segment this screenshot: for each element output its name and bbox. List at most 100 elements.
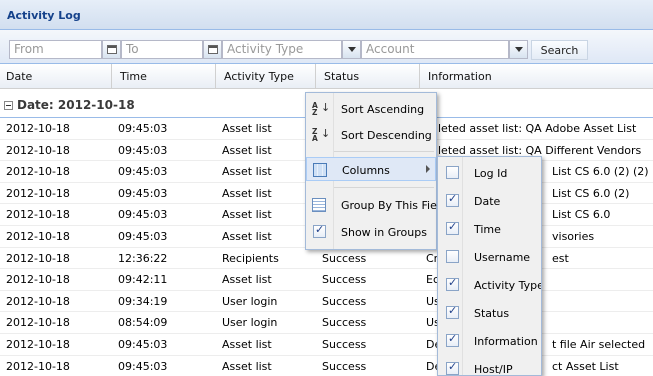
column-checkbox[interactable] bbox=[446, 360, 459, 375]
table-row[interactable]: 2012-10-18 08:54:09 User login Success U… bbox=[0, 312, 653, 334]
column-checkbox[interactable] bbox=[446, 166, 459, 179]
cell-information: List CS 6.0 (2) bbox=[552, 186, 630, 200]
cell-date: 2012-10-18 bbox=[6, 229, 70, 243]
column-checkbox[interactable] bbox=[446, 332, 459, 347]
cell-information: List CS 6.0 bbox=[552, 208, 611, 222]
cell-date: 2012-10-18 bbox=[6, 143, 70, 157]
cell-time: 09:45:03 bbox=[118, 208, 168, 222]
column-toggle-status[interactable]: Status bbox=[438, 300, 541, 326]
activity-type-dropdown-button[interactable] bbox=[342, 40, 361, 59]
table-row[interactable]: 2012-10-18 12:36:22 Recipients Success C… bbox=[0, 248, 653, 270]
group-by-label: Group By This Field bbox=[341, 199, 447, 212]
to-date-input[interactable]: To bbox=[121, 40, 203, 59]
column-checkbox[interactable] bbox=[446, 276, 459, 291]
cell-date: 2012-10-18 bbox=[6, 251, 70, 265]
cell-information-tail: t file Air selected bbox=[552, 337, 646, 351]
from-date-input[interactable]: From bbox=[9, 40, 102, 59]
cell-time: 12:36:22 bbox=[118, 251, 168, 265]
column-header-activity-type[interactable]: Activity Type bbox=[215, 64, 315, 89]
sort-ascending-icon: AZ ↓ bbox=[312, 101, 331, 117]
cell-activity-type: Recipients bbox=[222, 251, 279, 265]
column-toggle-label: Username bbox=[474, 251, 531, 264]
table-row[interactable]: 2012-10-18 09:45:03 Asset list Success D… bbox=[0, 356, 653, 376]
column-toggle-log-id[interactable]: Log Id bbox=[438, 160, 541, 186]
cell-date: 2012-10-18 bbox=[6, 122, 70, 135]
columns-submenu: Log Id Date Time Username Activity Type … bbox=[437, 156, 542, 376]
column-menu: AZ ↓ Sort Ascending ZA ↓ Sort Descending C… bbox=[305, 92, 447, 250]
cell-activity-type: Asset list bbox=[222, 122, 272, 135]
column-toggle-activity-type[interactable]: Activity Type bbox=[438, 272, 541, 298]
show-in-groups-checkbox[interactable] bbox=[313, 223, 326, 238]
sort-descending-item[interactable]: ZA ↓ Sort Descending bbox=[306, 123, 436, 147]
sort-descending-label: Sort Descending bbox=[341, 129, 432, 142]
cell-time: 08:54:09 bbox=[118, 316, 168, 330]
account-combo[interactable]: Account bbox=[361, 40, 509, 59]
show-in-groups-label: Show in Groups bbox=[341, 226, 427, 239]
column-toggle-time[interactable]: Time bbox=[438, 216, 541, 242]
cell-activity-type: User login bbox=[222, 316, 278, 330]
cell-time: 09:45:03 bbox=[118, 143, 168, 157]
table-row[interactable]: 2012-10-18 09:42:11 Asset list Success E… bbox=[0, 269, 653, 291]
column-toggle-label: Status bbox=[474, 307, 510, 320]
menu-separator bbox=[334, 187, 434, 188]
cell-activity-type: Asset list bbox=[222, 208, 272, 222]
column-toggle-label: Information bbox=[474, 335, 538, 348]
cell-activity-type: Asset list bbox=[222, 273, 272, 287]
cell-information: leted asset list: QA Adobe Asset List bbox=[438, 122, 637, 135]
table-row[interactable]: 2012-10-18 09:34:19 User login Success U… bbox=[0, 291, 653, 313]
filter-toolbar: From To Activity Type Account Search bbox=[0, 30, 653, 64]
group-by-icon bbox=[312, 198, 326, 212]
columns-icon bbox=[313, 163, 327, 177]
cell-date: 2012-10-18 bbox=[6, 208, 70, 222]
column-checkbox[interactable] bbox=[446, 192, 459, 207]
sort-descending-icon: ZA ↓ bbox=[312, 127, 331, 143]
cell-status: Success bbox=[322, 251, 367, 265]
column-toggle-information[interactable]: Information bbox=[438, 328, 541, 354]
columns-label: Columns bbox=[342, 164, 390, 177]
column-header-time[interactable]: Time bbox=[111, 64, 215, 89]
cell-time: 09:45:03 bbox=[118, 337, 168, 351]
cell-information-tail: ct Asset List bbox=[552, 359, 619, 373]
column-toggle-label: Time bbox=[474, 223, 501, 236]
calendar-icon bbox=[208, 45, 218, 54]
cell-date: 2012-10-18 bbox=[6, 273, 70, 287]
column-header-status[interactable]: Status bbox=[315, 64, 419, 89]
column-toggle-username[interactable]: Username bbox=[438, 244, 541, 270]
cell-activity-type: User login bbox=[222, 294, 278, 308]
cell-information: leted asset list: QA Different Vendors bbox=[438, 143, 642, 157]
cell-date: 2012-10-18 bbox=[6, 337, 70, 351]
column-toggle-date[interactable]: Date bbox=[438, 188, 541, 214]
cell-activity-type: Asset list bbox=[222, 165, 272, 179]
group-by-field-item[interactable]: Group By This Field bbox=[306, 193, 447, 217]
activity-type-combo[interactable]: Activity Type bbox=[222, 40, 342, 59]
chevron-down-icon bbox=[515, 47, 523, 52]
show-in-groups-item[interactable]: Show in Groups bbox=[306, 220, 436, 244]
column-toggle-label: Log Id bbox=[474, 167, 508, 180]
column-checkbox[interactable] bbox=[446, 220, 459, 235]
sort-ascending-label: Sort Ascending bbox=[341, 103, 425, 116]
calendar-icon bbox=[107, 45, 117, 54]
table-row[interactable]: 2012-10-18 09:45:03 Asset list Success D… bbox=[0, 334, 653, 356]
column-toggle-host-ip[interactable]: Host/IP bbox=[438, 356, 541, 375]
columns-item[interactable]: Columns bbox=[306, 157, 436, 181]
cell-activity-type: Asset list bbox=[222, 229, 272, 243]
cell-time: 09:34:19 bbox=[118, 294, 168, 308]
column-toggle-label: Date bbox=[474, 195, 501, 208]
column-checkbox[interactable] bbox=[446, 250, 459, 263]
column-checkbox[interactable] bbox=[446, 304, 459, 319]
sort-ascending-item[interactable]: AZ ↓ Sort Ascending bbox=[306, 97, 436, 121]
from-date-calendar-button[interactable] bbox=[102, 40, 121, 59]
cell-activity-type: Asset list bbox=[222, 359, 272, 373]
group-label: Date: 2012-10-18 bbox=[17, 98, 135, 112]
account-dropdown-button[interactable] bbox=[509, 40, 528, 59]
cell-time: 09:45:03 bbox=[118, 165, 168, 179]
cell-status: Success bbox=[322, 273, 367, 287]
collapse-icon[interactable] bbox=[4, 101, 13, 110]
cell-date: 2012-10-18 bbox=[6, 316, 70, 330]
column-header-date[interactable]: Date bbox=[0, 64, 111, 89]
to-date-calendar-button[interactable] bbox=[203, 40, 222, 59]
search-button[interactable]: Search bbox=[531, 40, 588, 60]
cell-status: Success bbox=[322, 337, 367, 351]
column-header-information[interactable]: Information bbox=[419, 64, 653, 89]
cell-date: 2012-10-18 bbox=[6, 359, 70, 373]
